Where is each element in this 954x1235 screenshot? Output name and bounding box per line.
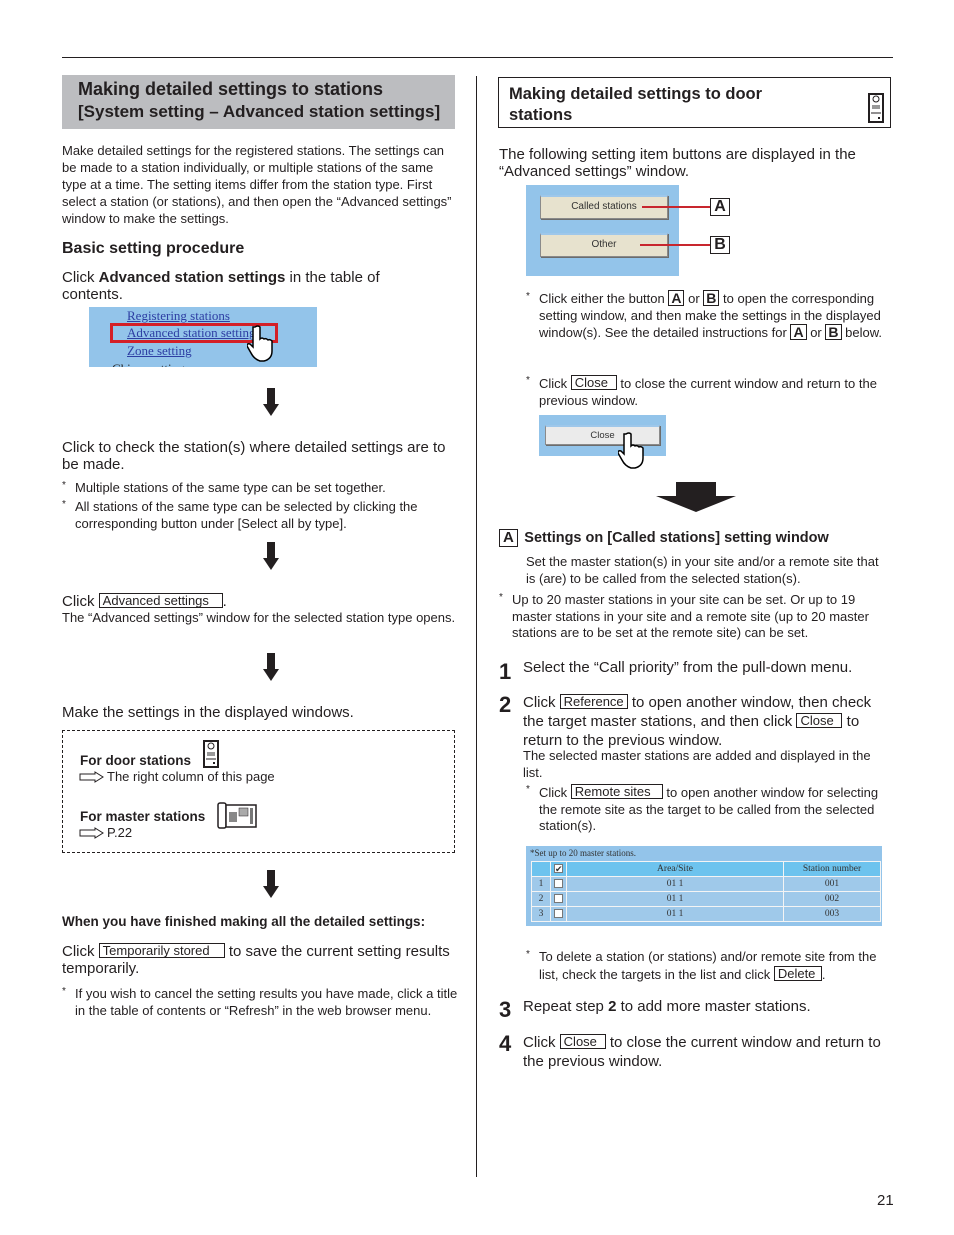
section-a-heading: A Settings on [Called stations] setting … <box>499 529 889 547</box>
step-2-text: Click Reference to open another window, … <box>523 694 872 749</box>
table-row: 1 01 1 001 <box>531 876 881 892</box>
door-station-icon <box>868 93 884 123</box>
left-section-subtitle: [System setting – Advanced station setti… <box>78 102 441 121</box>
page-number: 21 <box>877 1192 894 1209</box>
reference-box: For door stations The right column of th… <box>62 730 455 853</box>
step2-note-2: * All stations of the same type can be se… <box>62 499 418 531</box>
right-section-title-line1: Making detailed settings to door <box>509 85 763 103</box>
step-number-2: 2 <box>499 692 512 717</box>
callout-line-a <box>642 206 710 208</box>
section-a-desc: Set the master station(s) in your site a… <box>526 554 879 586</box>
step-4-text: Click Close to close the current window … <box>523 1034 881 1070</box>
step3-detail: The “Advanced settings” window for the s… <box>62 610 456 625</box>
row-checkbox[interactable] <box>550 876 567 892</box>
finish-text: Click Temporarily stored to save the cur… <box>62 943 450 977</box>
step1-text: Click Advanced station settings in the t… <box>62 269 380 303</box>
close-button-ref: Close <box>796 713 843 728</box>
step-2-detail: The selected master stations are added a… <box>523 748 871 780</box>
top-rule <box>62 57 893 58</box>
step-number-4: 4 <box>499 1031 512 1056</box>
close-button-ref: Close <box>559 1034 606 1049</box>
close-screenshot: Close <box>539 415 666 456</box>
advanced-settings-button-ref: Advanced settings <box>98 593 223 608</box>
row-checkbox[interactable] <box>550 891 567 907</box>
step-3-text: Repeat step 2 to add more master station… <box>523 998 811 1015</box>
buttons-screenshot: Called stations Other <box>526 185 679 276</box>
toc-item-zone[interactable]: Zone setting <box>127 342 192 360</box>
step-2-note: * Click Remote sites to open another wind… <box>526 784 879 833</box>
left-section-title: Making detailed settings to stations <box>78 79 384 99</box>
step-number-3: 3 <box>499 997 512 1022</box>
door-stations-label: For door stations <box>80 753 191 768</box>
column-divider <box>476 76 477 1177</box>
delete-button-ref: Delete <box>773 965 822 981</box>
col-area-site-header: Area/Site <box>566 861 784 877</box>
select-all-checkbox[interactable]: ✔ <box>550 861 567 877</box>
intro-text: Make detailed settings for the registere… <box>62 143 452 226</box>
col-index-header <box>531 861 551 877</box>
finish-heading: When you have finished making all the de… <box>62 914 426 929</box>
left-section-header: Making detailed settings to stations [Sy… <box>62 75 455 129</box>
callout-a: A <box>710 198 730 216</box>
table-row: 3 01 1 003 <box>531 906 881 922</box>
master-station-icon <box>217 802 257 829</box>
section-a-letter: A <box>499 529 518 547</box>
right-note-1: * Click either the button A or B to open … <box>526 290 882 340</box>
step-number-1: 1 <box>499 659 512 684</box>
right-note-2: * Click Close to close the current window… <box>526 375 877 408</box>
basic-procedure-title: Basic setting procedure <box>62 240 245 257</box>
flow-arrow-1 <box>263 388 279 416</box>
flow-arrow-2 <box>263 542 279 570</box>
step3-text: Click Advanced settings. <box>62 593 227 610</box>
flow-arrow-3 <box>263 653 279 681</box>
step2-note-1: * Multiple stations of the same type can … <box>62 480 386 495</box>
master-stations-ref: P.22 <box>107 825 133 840</box>
col-station-number-header: Station number <box>783 861 881 877</box>
reference-arrow-icon <box>79 771 104 783</box>
section-a-note: * Up to 20 master stations in your site c… <box>499 592 869 640</box>
right-section-header: Making detailed settings to door station… <box>498 77 891 128</box>
list-caption: *Set up to 20 master stations. <box>530 848 636 858</box>
section-a-title: Settings on [Called stations] setting wi… <box>524 530 829 546</box>
row-checkbox[interactable] <box>550 906 567 922</box>
big-down-arrow-icon <box>656 482 736 512</box>
callout-line-b <box>640 244 710 246</box>
right-section-title-line2: stations <box>509 106 573 124</box>
toc-item-chime[interactable]: Chime setting <box>112 360 185 367</box>
temporarily-stored-button-ref: Temporarily stored <box>98 943 225 958</box>
hand-cursor-icon <box>618 432 644 469</box>
step2-text: Click to check the station(s) where deta… <box>62 439 446 473</box>
right-intro: The following setting item buttons are d… <box>499 146 856 180</box>
table-row: 2 01 1 002 <box>531 891 881 907</box>
close-button-ref: Close <box>570 375 617 390</box>
flow-arrow-4 <box>263 870 279 898</box>
reference-button-ref: Reference <box>559 694 628 709</box>
master-list-table: ✔ Area/Site Station number 1 01 1 001 2 … <box>531 861 881 922</box>
table-header-row: ✔ Area/Site Station number <box>531 861 881 877</box>
door-station-icon <box>203 740 219 768</box>
callout-b: B <box>710 236 730 254</box>
master-stations-label: For master stations <box>80 809 206 824</box>
step-1-text: Select the “Call priority” from the pull… <box>523 659 853 676</box>
remote-sites-button-ref: Remote sites <box>570 784 663 799</box>
step4-text: Make the settings in the displayed windo… <box>62 704 354 721</box>
finish-note: * If you wish to cancel the setting resul… <box>62 986 458 1018</box>
hand-cursor-icon <box>247 325 273 362</box>
reference-arrow-icon <box>79 827 104 839</box>
door-stations-ref: The right column of this page <box>107 769 275 784</box>
delete-note: * To delete a station (or stations) and/o… <box>526 949 877 982</box>
master-list-screenshot: *Set up to 20 master stations. ✔ Area/Si… <box>526 846 882 926</box>
toc-screenshot: Registering stations Advanced station se… <box>89 307 317 367</box>
